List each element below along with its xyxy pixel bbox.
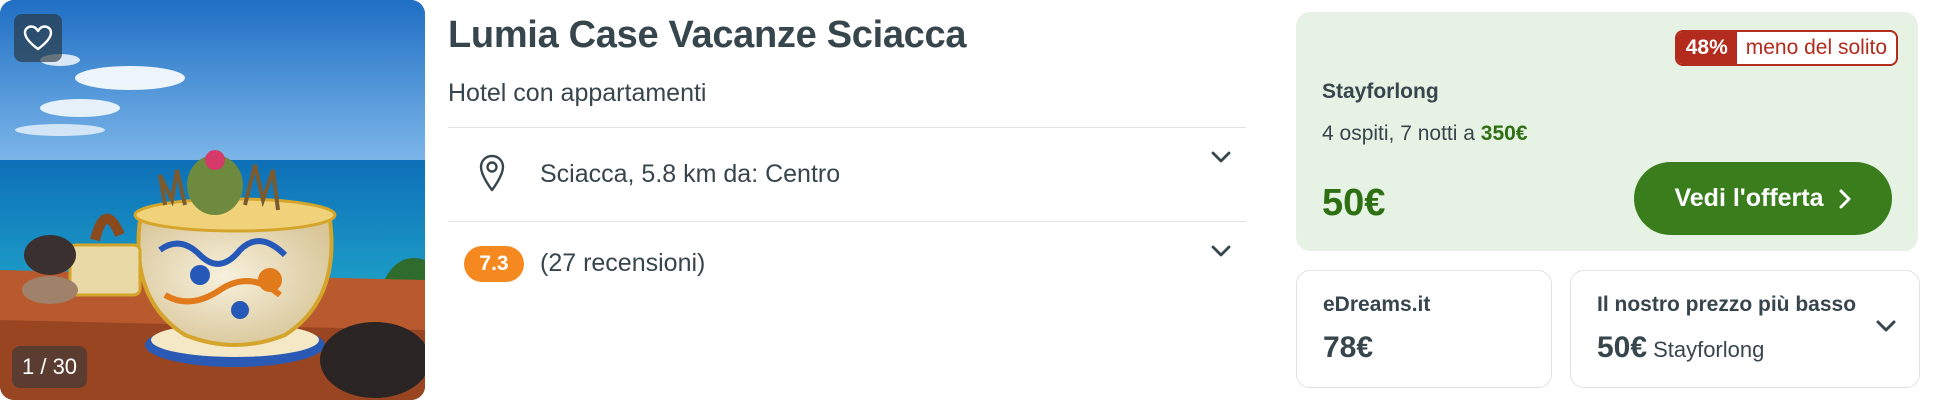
chevron-right-icon	[1839, 189, 1851, 208]
discount-label: meno del solito	[1745, 36, 1887, 59]
stay-text: 4 ospiti, 7 notti a	[1322, 122, 1475, 145]
chevron-down-icon[interactable]	[1210, 244, 1232, 258]
rating-badge: 7.3	[464, 246, 524, 282]
favorite-button[interactable]	[14, 14, 62, 62]
lowest-price-value: 50€	[1597, 331, 1648, 364]
stay-summary: 4 ospiti, 7 notti a 350€	[1322, 122, 1528, 146]
alt-offer-price: 78€	[1323, 331, 1374, 364]
lowest-price-title: Il nostro prezzo più basso	[1597, 293, 1857, 316]
alt-offer-card[interactable]: eDreams.it 78€	[1296, 270, 1552, 388]
photo-counter: 1 / 30	[12, 346, 88, 388]
stay-total: 350€	[1480, 122, 1528, 145]
deal-price: 50€	[1322, 182, 1386, 224]
heart-outline-icon	[23, 25, 53, 51]
chevron-down-icon[interactable]	[1875, 319, 1897, 333]
reviews-count: (27 recensioni)	[540, 249, 706, 277]
lowest-price-row: 50€ Stayforlong	[1597, 331, 1764, 365]
view-offer-label: Vedi l'offerta	[1674, 184, 1824, 212]
lowest-price-provider: Stayforlong	[1653, 337, 1765, 362]
lowest-price-card[interactable]: Il nostro prezzo più basso 50€ Stayforlon…	[1570, 270, 1920, 388]
discount-badge: 48% meno del solito	[1674, 30, 1898, 66]
discount-percent: 48%	[1676, 32, 1737, 64]
chevron-down-icon[interactable]	[1210, 150, 1232, 164]
rating-row[interactable]: 7.3 (27 recensioni)	[448, 222, 1246, 314]
location-text: Sciacca, 5.8 km da: Centro	[540, 160, 841, 188]
hotel-photo-image	[0, 0, 425, 400]
view-offer-button[interactable]: Vedi l'offerta	[1634, 162, 1892, 235]
location-pin-icon	[479, 154, 505, 192]
main-deal-card[interactable]: 48% meno del solito Stayforlong 4 ospiti…	[1296, 12, 1918, 251]
hotel-name[interactable]: Lumia Case Vacanze Sciacca	[448, 14, 967, 57]
location-row[interactable]: Sciacca, 5.8 km da: Centro	[448, 128, 1246, 220]
hotel-type: Hotel con appartamenti	[448, 79, 707, 107]
hotel-photo[interactable]: 1 / 30	[0, 0, 425, 400]
alt-offer-provider: eDreams.it	[1323, 293, 1431, 316]
deal-provider: Stayforlong	[1322, 80, 1439, 103]
